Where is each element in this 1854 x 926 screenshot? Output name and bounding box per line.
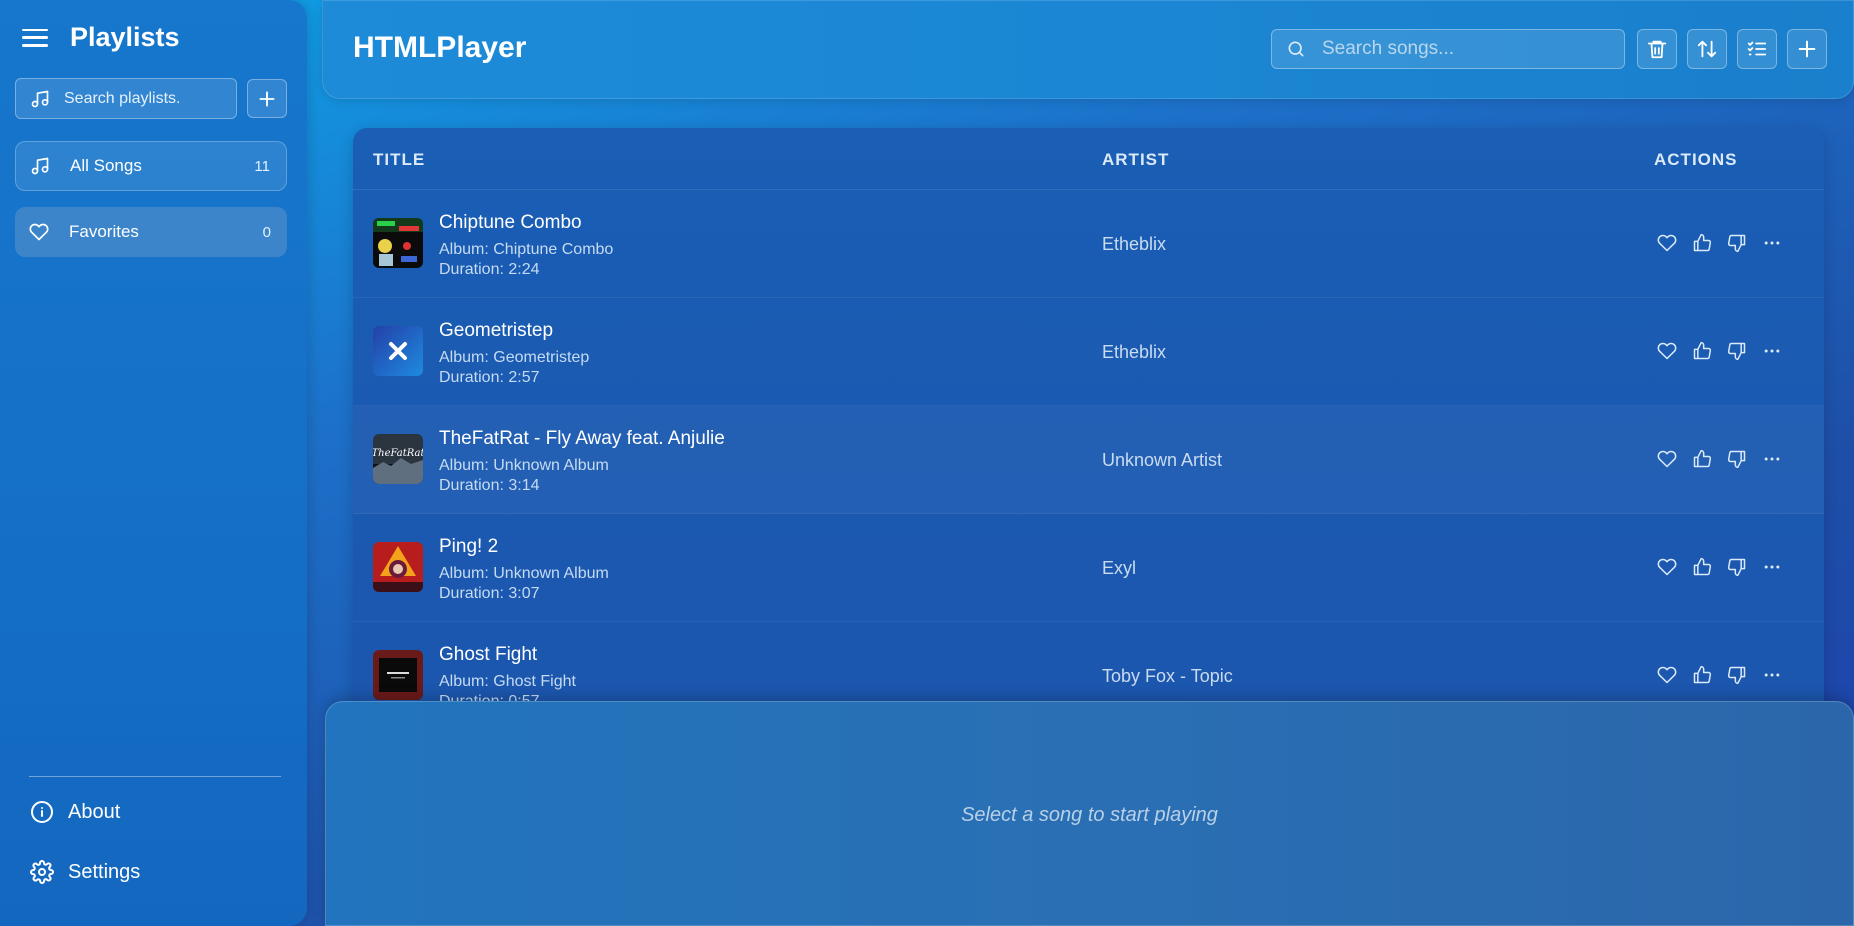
song-duration: Duration: 2:24	[439, 261, 540, 278]
add-song-button[interactable]	[1787, 29, 1827, 69]
album-art: TheFatRat	[373, 434, 423, 484]
list-check-icon	[1747, 41, 1767, 56]
about-link[interactable]: About	[30, 800, 120, 824]
playlist-label: Favorites	[69, 222, 139, 241]
heart-icon[interactable]	[1656, 556, 1678, 578]
table-row[interactable]: Chiptune Combo Album: Chiptune Combo Dur…	[353, 190, 1824, 298]
player-empty-message: Select a song to start playing	[961, 804, 1218, 826]
sort-icon	[1697, 40, 1717, 58]
playlist-label: All Songs	[70, 156, 142, 175]
song-title: Ping! 2	[439, 536, 499, 557]
thumbs-up-icon[interactable]	[1691, 340, 1713, 362]
table-row[interactable]: TheFatRat TheFatRat - Fly Away feat. Anj…	[353, 406, 1824, 514]
table-row[interactable]: Geometristep Album: Geometristep Duratio…	[353, 298, 1824, 406]
album-art	[373, 650, 423, 700]
add-playlist-button[interactable]	[247, 79, 287, 118]
app-header: HTMLPlayer	[322, 0, 1854, 99]
song-album: Album: Ghost Fight	[439, 673, 576, 690]
column-header-artist[interactable]: ARTIST	[1102, 150, 1169, 170]
heart-icon[interactable]	[1656, 340, 1678, 362]
svg-text:TheFatRat: TheFatRat	[373, 448, 423, 459]
song-album: Album: Geometristep	[439, 349, 590, 366]
about-label: About	[68, 800, 121, 823]
table-header: TITLE ARTIST ACTIONS	[353, 128, 1824, 190]
song-title: Chiptune Combo	[439, 212, 582, 233]
column-header-actions: ACTIONS	[1654, 150, 1738, 169]
app-title: HTMLPlayer	[353, 31, 527, 64]
song-title: Ghost Fight	[439, 644, 538, 665]
thumbs-down-icon[interactable]	[1726, 340, 1748, 362]
info-icon	[31, 801, 53, 823]
settings-label: Settings	[68, 860, 141, 883]
trash-icon	[1647, 40, 1667, 59]
row-actions	[1656, 340, 1783, 362]
thumbs-down-icon[interactable]	[1726, 664, 1748, 686]
song-artist: Etheblix	[1102, 342, 1167, 362]
thumbs-up-icon[interactable]	[1691, 664, 1713, 686]
song-artist: Exyl	[1102, 558, 1137, 578]
song-album: Album: Chiptune Combo	[439, 241, 614, 258]
song-title: Geometristep	[439, 320, 554, 341]
playlist-search-placeholder: Search playlists.	[64, 89, 181, 107]
row-actions	[1656, 664, 1783, 686]
song-title: TheFatRat - Fly Away feat. Anjulie	[439, 428, 725, 449]
settings-link[interactable]: Settings	[30, 860, 140, 884]
more-icon[interactable]	[1761, 232, 1783, 254]
column-header-title[interactable]: TITLE	[373, 150, 425, 170]
playlist-count: 11	[254, 157, 270, 175]
thumbs-down-icon[interactable]	[1726, 556, 1748, 578]
song-artist: Unknown Artist	[1102, 450, 1223, 470]
table-row[interactable]: Ping! 2 Album: Unknown Album Duration: 3…	[353, 514, 1824, 622]
music-note-icon	[31, 157, 49, 175]
gear-icon	[30, 860, 54, 884]
plus-icon	[1798, 40, 1816, 58]
song-artist: Toby Fox - Topic	[1102, 666, 1233, 686]
sidebar-divider	[29, 776, 281, 777]
delete-button[interactable]	[1637, 29, 1677, 69]
song-search-input[interactable]	[1322, 38, 1602, 60]
playlist-favorites[interactable]: Favorites 0	[15, 207, 287, 257]
more-icon[interactable]	[1761, 448, 1783, 470]
more-icon[interactable]	[1761, 664, 1783, 686]
row-actions	[1656, 448, 1783, 470]
sidebar-title: Playlists	[70, 22, 180, 52]
thumbs-up-icon[interactable]	[1691, 448, 1713, 470]
album-art	[373, 326, 423, 376]
song-duration: Duration: 2:57	[439, 369, 540, 386]
row-actions	[1656, 556, 1783, 578]
more-icon[interactable]	[1761, 340, 1783, 362]
song-album: Album: Unknown Album	[439, 565, 609, 582]
heart-icon[interactable]	[1656, 664, 1678, 686]
music-note-icon	[31, 90, 49, 107]
song-duration: Duration: 3:14	[439, 477, 540, 494]
song-table: TITLE ARTIST ACTIONS Chiptune Combo Albu…	[353, 128, 1824, 728]
playlist-count: 0	[262, 223, 271, 241]
sidebar-header: Playlists	[22, 22, 180, 53]
heart-icon[interactable]	[1656, 232, 1678, 254]
song-duration: Duration: 3:07	[439, 585, 540, 602]
playlist-search-input[interactable]: Search playlists.	[15, 78, 237, 119]
song-search-box	[1271, 29, 1625, 69]
song-album: Album: Unknown Album	[439, 457, 609, 474]
thumbs-up-icon[interactable]	[1691, 556, 1713, 578]
heart-icon	[29, 223, 49, 241]
row-actions	[1656, 232, 1783, 254]
thumbs-up-icon[interactable]	[1691, 232, 1713, 254]
plus-icon	[259, 90, 275, 107]
heart-icon[interactable]	[1656, 448, 1678, 470]
album-art	[373, 218, 423, 268]
select-mode-button[interactable]	[1737, 29, 1777, 69]
album-art	[373, 542, 423, 592]
song-artist: Etheblix	[1102, 234, 1167, 254]
sidebar: Playlists Search playlists. All Songs 11…	[0, 0, 307, 926]
playlist-all-songs[interactable]: All Songs 11	[15, 141, 287, 191]
more-icon[interactable]	[1761, 556, 1783, 578]
menu-icon[interactable]	[22, 27, 48, 49]
thumbs-down-icon[interactable]	[1726, 448, 1748, 470]
player-panel: Select a song to start playing	[325, 701, 1854, 926]
thumbs-down-icon[interactable]	[1726, 232, 1748, 254]
search-icon	[1288, 41, 1304, 57]
sort-button[interactable]	[1687, 29, 1727, 69]
